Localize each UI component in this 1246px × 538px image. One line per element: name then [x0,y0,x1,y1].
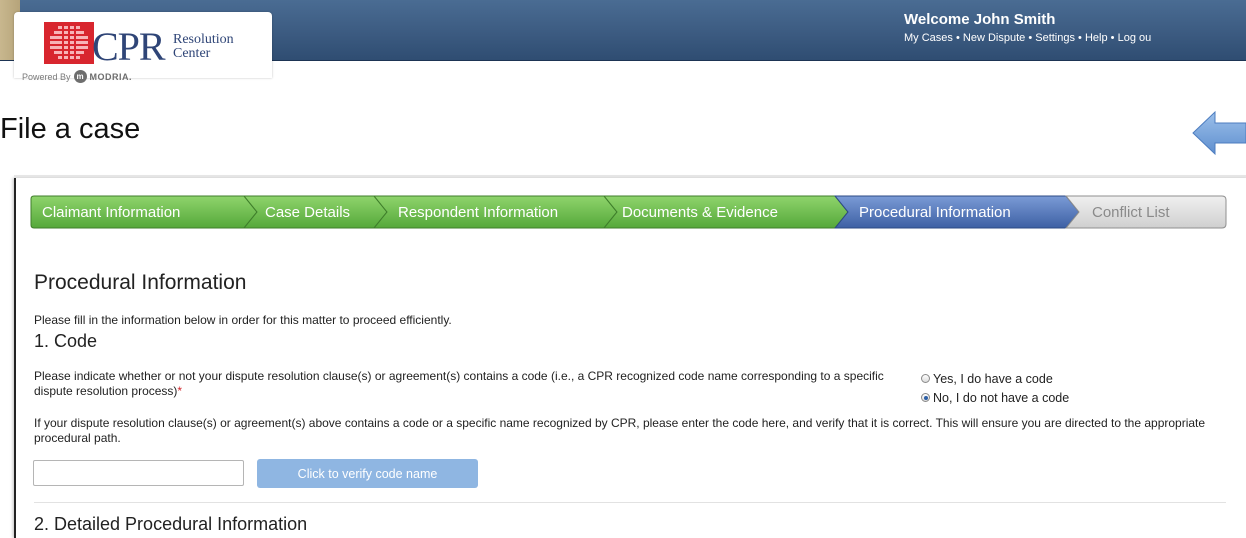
section-divider [34,502,1226,503]
nav-separator: • [1028,32,1033,44]
verify-code-button[interactable]: Click to verify code name [257,459,478,488]
required-mark: * [177,384,183,398]
nav-separator: • [1110,32,1115,44]
code-question-text: Please indicate whether or not your disp… [34,369,884,398]
nav-separator: • [955,32,960,44]
logo-cpr-text: CPR [92,24,166,69]
code-question: Please indicate whether or not your disp… [34,369,894,399]
code-heading: 1. Code [34,331,98,351]
section-title: Procedural Information [34,271,247,294]
section-intro: Please fill in the information below in … [34,313,452,327]
step-respondent-information[interactable]: Respondent Information [373,195,618,229]
radio-yes-option[interactable]: Yes, I do have a code [921,369,1069,388]
detailed-heading: 2. Detailed Procedural Information [34,514,308,534]
step-case-details[interactable]: Case Details [243,195,388,229]
nav-separator: • [1078,32,1082,44]
step-label: Conflict List [1092,203,1170,221]
code-input[interactable] [33,460,244,486]
page-title: File a case [0,113,141,145]
logo-panel[interactable]: CPR Resolution Center [14,12,272,78]
step-procedural-information[interactable]: Procedural Information [834,195,1080,229]
nav-logout[interactable]: Log ou [1118,32,1152,44]
radio-yes[interactable] [921,374,930,383]
step-label: Procedural Information [859,203,1011,221]
wizard-steps: Claimant Information Case Details Respon… [30,195,1227,229]
logo-center-text: Center [173,46,211,61]
step-label: Case Details [265,203,351,221]
cpr-logo-icon [44,22,94,64]
step-conflict-list[interactable]: Conflict List [1065,195,1227,229]
step-label: Respondent Information [398,203,559,221]
header-nav: My Cases • New Dispute • Settings • Help… [904,32,1151,44]
code-radio-group: Yes, I do have a code No, I do not have … [921,369,1069,407]
nav-help[interactable]: Help [1085,32,1108,44]
step-label: Claimant Information [42,203,181,221]
powered-by-text: Powered By [22,71,71,82]
verify-instructions: If your dispute resolution clause(s) or … [34,416,1206,445]
logo-subtitle: Resolution Center [173,33,263,61]
logo-resolution-text: Resolution [173,32,234,47]
radio-yes-label: Yes, I do have a code [933,371,1053,386]
step-documents-evidence[interactable]: Documents & Evidence [603,195,849,229]
radio-no-option[interactable]: No, I do not have a code [921,388,1069,407]
nav-settings[interactable]: Settings [1035,32,1075,44]
radio-no-label: No, I do not have a code [933,390,1070,405]
radio-no[interactable] [921,393,930,402]
welcome-text: Welcome John Smith [904,11,1056,28]
nav-my-cases[interactable]: My Cases [904,32,953,44]
powered-by: Powered By m MODRIA. [22,70,132,83]
step-label: Documents & Evidence [622,203,778,221]
modria-text: MODRIA. [89,71,133,82]
step-claimant-information[interactable]: Claimant Information [30,195,258,229]
modria-logo-icon: m [73,70,87,83]
nav-new-dispute[interactable]: New Dispute [963,32,1025,44]
arrow-left-icon [1192,110,1246,156]
